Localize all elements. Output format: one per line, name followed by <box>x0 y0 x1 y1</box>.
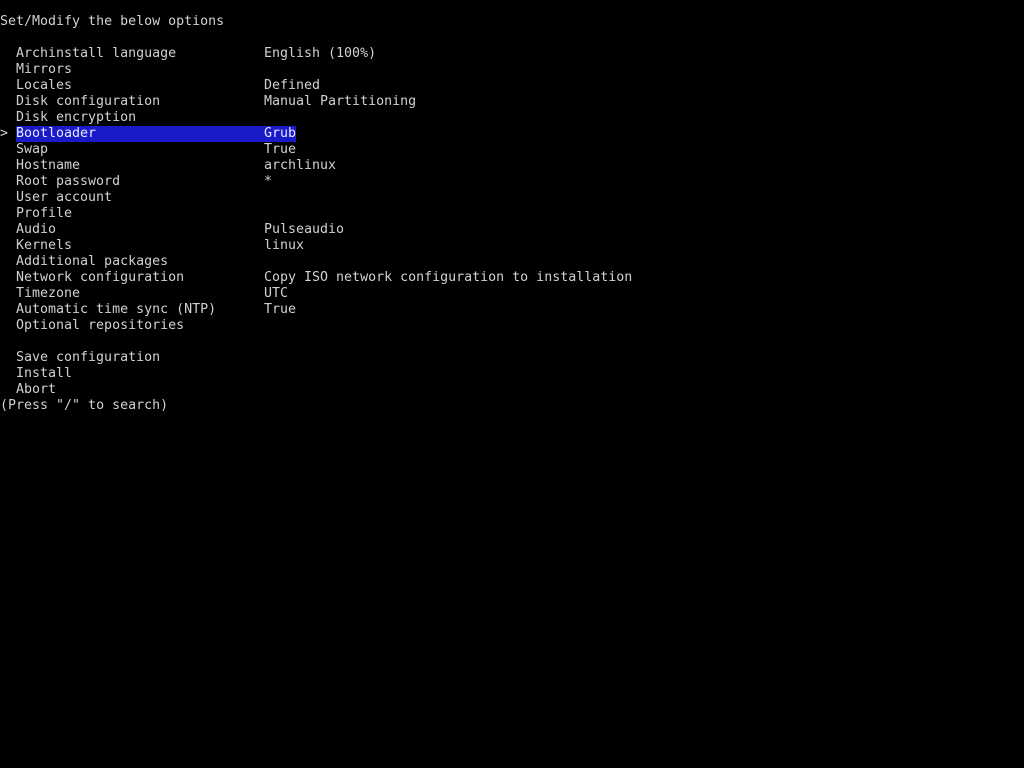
menu-item-label: Abort <box>16 382 57 397</box>
install-button[interactable]: Install <box>0 366 1024 382</box>
cursor-indicator <box>0 110 16 126</box>
menu-item-label: Automatic time sync (NTP) <box>16 302 217 317</box>
menu-separator <box>0 334 1024 350</box>
menu-item-automatic-time-sync[interactable]: Automatic time sync (NTP) True <box>0 302 1024 318</box>
menu-item-label: Save configuration <box>16 350 161 365</box>
menu-item-additional-packages[interactable]: Additional packages <box>0 254 1024 270</box>
cursor-indicator: > <box>0 126 9 141</box>
menu-item-label: Audio <box>16 222 57 237</box>
menu-item-label: Install <box>16 366 73 381</box>
menu-item-label: Bootloader <box>16 126 97 141</box>
menu-item-label: Kernels <box>16 238 73 253</box>
cursor-indicator <box>0 142 16 158</box>
cursor-indicator <box>0 62 16 78</box>
menu-item-kernels[interactable]: Kernels linux <box>0 238 1024 254</box>
cursor-indicator <box>0 174 16 190</box>
menu-item-profile[interactable]: Profile <box>0 206 1024 222</box>
menu-item-label: Profile <box>16 206 73 221</box>
options-menu: Archinstall language English (100%) Mirr… <box>0 46 1024 398</box>
menu-item-swap[interactable]: Swap True <box>0 142 1024 158</box>
search-hint: (Press "/" to search) <box>0 398 169 413</box>
cursor-indicator <box>0 318 16 334</box>
menu-item-label: Disk encryption <box>16 110 137 125</box>
menu-item-bootloader[interactable]: > Bootloader Grub <box>0 126 1024 142</box>
menu-item-label: User account <box>16 190 113 205</box>
menu-item-value: UTC <box>264 286 289 301</box>
menu-item-value: True <box>264 302 297 317</box>
cursor-indicator <box>0 254 16 270</box>
menu-item-value: linux <box>264 238 305 253</box>
menu-item-disk-encryption[interactable]: Disk encryption <box>0 110 1024 126</box>
menu-item-value: English (100%) <box>264 46 377 61</box>
menu-item-label: Root password <box>16 174 121 189</box>
menu-item-archinstall-language[interactable]: Archinstall language English (100%) <box>0 46 1024 62</box>
menu-item-label: Archinstall language <box>16 46 177 61</box>
menu-item-optional-repositories[interactable]: Optional repositories <box>0 318 1024 334</box>
menu-header: Set/Modify the below options <box>0 14 225 29</box>
cursor-indicator <box>0 302 16 318</box>
menu-item-value: * <box>264 174 273 189</box>
menu-item-label: Locales <box>16 78 73 93</box>
cursor-indicator <box>0 94 16 110</box>
menu-item-value: Manual Partitioning <box>264 94 417 109</box>
cursor-indicator <box>0 238 16 254</box>
menu-item-label: Additional packages <box>16 254 169 269</box>
menu-item-disk-configuration[interactable]: Disk configuration Manual Partitioning <box>0 94 1024 110</box>
menu-item-user-account[interactable]: User account <box>0 190 1024 206</box>
menu-item-root-password[interactable]: Root password * <box>0 174 1024 190</box>
cursor-indicator <box>0 270 16 286</box>
menu-item-audio[interactable]: Audio Pulseaudio <box>0 222 1024 238</box>
cursor-indicator <box>0 366 16 382</box>
menu-item-label: Swap <box>16 142 49 157</box>
menu-item-locales[interactable]: Locales Defined <box>0 78 1024 94</box>
menu-item-label: Mirrors <box>16 62 73 77</box>
menu-item-label: Network configuration <box>16 270 185 285</box>
cursor-indicator <box>0 46 16 62</box>
cursor-indicator <box>0 78 16 94</box>
save-configuration-button[interactable]: Save configuration <box>0 350 1024 366</box>
menu-item-value: Pulseaudio <box>264 222 345 237</box>
menu-item-network-configuration[interactable]: Network configuration Copy ISO network c… <box>0 270 1024 286</box>
cursor-indicator <box>0 206 16 222</box>
menu-item-mirrors[interactable]: Mirrors <box>0 62 1024 78</box>
menu-item-value: Copy ISO network configuration to instal… <box>264 270 633 285</box>
menu-item-hostname[interactable]: Hostname archlinux <box>0 158 1024 174</box>
cursor-indicator <box>0 382 16 398</box>
cursor-indicator <box>0 350 16 366</box>
menu-item-value: Defined <box>264 78 321 93</box>
cursor-indicator <box>0 222 16 238</box>
cursor-indicator <box>0 190 16 206</box>
menu-item-value: Grub <box>264 126 297 141</box>
cursor-indicator <box>0 286 16 302</box>
menu-item-label: Timezone <box>16 286 81 301</box>
abort-button[interactable]: Abort <box>0 382 1024 398</box>
menu-item-label: Disk configuration <box>16 94 161 109</box>
menu-item-label: Hostname <box>16 158 81 173</box>
terminal-screen: Set/Modify the below options Archinstall… <box>0 14 1024 414</box>
menu-item-value: archlinux <box>264 158 337 173</box>
menu-item-timezone[interactable]: Timezone UTC <box>0 286 1024 302</box>
menu-item-value: True <box>264 142 297 157</box>
menu-item-label: Optional repositories <box>16 318 185 333</box>
cursor-indicator <box>0 158 16 174</box>
